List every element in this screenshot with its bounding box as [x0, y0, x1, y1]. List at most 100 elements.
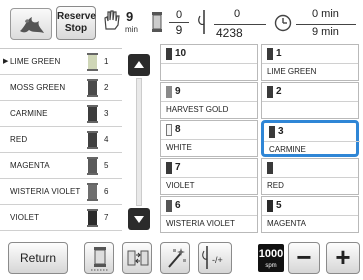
cell-divider	[161, 139, 257, 140]
color-name: MOSS GREEN	[10, 83, 66, 92]
cell-divider	[161, 63, 257, 64]
cell-divider	[262, 63, 358, 64]
speed-display: 1000 spm	[258, 244, 284, 272]
speed-value: 1000	[258, 248, 284, 260]
cell-divider	[262, 215, 358, 216]
cell-divider	[262, 177, 358, 178]
color-index: 1	[104, 57, 109, 66]
pattern-preview-button[interactable]	[10, 8, 52, 40]
needle-cell[interactable]: 9 HARVEST GOLD	[160, 82, 258, 119]
thread-spool-select-icon	[91, 247, 109, 271]
color-index: 4	[104, 135, 109, 144]
color-change-value: 9	[126, 9, 134, 24]
reserve-stop-button[interactable]: Reserve Stop	[56, 6, 96, 40]
speed-increase-button[interactable]: +	[326, 242, 360, 274]
magic-wand-button[interactable]	[160, 242, 190, 274]
list-item[interactable]: VIOLET 7	[0, 205, 122, 231]
needle-cell[interactable]: 1 LIME GREEN	[261, 44, 359, 81]
list-item[interactable]: MOSS GREEN 2	[0, 75, 122, 101]
needle-speed-adjust-button[interactable]: -/+	[198, 242, 232, 274]
thread-color-swatch-icon	[269, 126, 275, 138]
time-current: 0 min	[312, 8, 339, 20]
thread-count-status: 0 9	[147, 6, 197, 40]
needle-cell[interactable]: 10	[160, 44, 258, 81]
thread-spool-icon	[87, 131, 98, 149]
needle-number: 8	[175, 124, 181, 135]
needle-cell[interactable]: 5 MAGENTA	[261, 196, 359, 233]
color-index: 6	[104, 187, 109, 196]
color-index: 7	[104, 213, 109, 222]
needle-number: 7	[175, 162, 181, 173]
color-change-count: 9 min	[101, 6, 151, 40]
list-item[interactable]: CARMINE 3	[0, 101, 122, 127]
thread-spool-icon	[87, 209, 98, 227]
thread-spool-icon	[87, 53, 98, 71]
color-index: 3	[104, 109, 109, 118]
thread-spool-icon	[87, 105, 98, 123]
hand-icon	[104, 10, 120, 30]
needle-number: 3	[278, 126, 284, 137]
thread-total: 9	[175, 23, 183, 37]
speed-unit: spm	[265, 263, 277, 269]
color-name: RED	[10, 135, 28, 144]
thread-color-swatch-icon	[267, 200, 273, 212]
thread-color-swatch-icon	[267, 48, 273, 60]
scroll-down-button[interactable]	[128, 208, 150, 230]
thread-color-swatch-icon	[166, 124, 172, 136]
reserve-stop-label-1: Reserve	[57, 11, 96, 22]
list-item[interactable]: WISTERIA VIOLET 6	[0, 179, 122, 205]
needle-color-name: WHITE	[166, 143, 192, 152]
thread-color-swatch-icon	[267, 86, 273, 98]
needle-number: 1	[276, 48, 282, 59]
list-item[interactable]: MAGENTA 5	[0, 153, 122, 179]
needle-number: 6	[175, 200, 181, 211]
clock-icon	[274, 14, 292, 32]
color-name: VIOLET	[10, 213, 40, 222]
needle-cell-selected[interactable]: 3 CARMINE	[261, 120, 360, 157]
stitch-current: 0	[234, 8, 241, 20]
thread-spool-icon	[87, 183, 98, 201]
bottom-toolbar: Return -/+ 1000 spm − +	[0, 236, 363, 280]
needle-color-name: MAGENTA	[267, 219, 306, 228]
speed-decrease-button[interactable]: −	[288, 242, 320, 274]
color-name: WISTERIA VIOLET	[10, 187, 81, 196]
status-bar: Reserve Stop 9 min 0 9 0 4238 0 min 9 mi…	[0, 0, 363, 44]
color-change-unit: min	[125, 25, 138, 34]
needle-cell[interactable]: RED	[261, 158, 359, 195]
color-list-scrollbar[interactable]	[128, 54, 150, 230]
color-name: CARMINE	[10, 109, 48, 118]
embroidery-pattern-icon	[20, 17, 44, 33]
return-button[interactable]: Return	[8, 242, 68, 274]
sort-colors-button[interactable]	[122, 242, 152, 274]
needle-cell[interactable]: 2	[261, 82, 359, 119]
thread-color-swatch-icon	[166, 86, 172, 98]
needle-number: 10	[175, 48, 187, 59]
stitch-count-status: 0 4238	[192, 6, 272, 40]
color-name: LIME GREEN	[10, 57, 61, 66]
color-index: 5	[104, 161, 109, 170]
arrow-down-icon	[134, 216, 144, 223]
time-status: 0 min 9 min	[272, 6, 362, 40]
needle-color-name: WISTERIA VIOLET	[166, 219, 235, 228]
needle-cell[interactable]: 7 VIOLET	[160, 158, 258, 195]
thread-color-swatch-icon	[166, 48, 172, 60]
thread-spool-icon	[152, 12, 162, 32]
cell-divider	[262, 101, 358, 102]
needle-cell[interactable]: 8 WHITE	[160, 120, 258, 157]
needle-color-name: HARVEST GOLD	[166, 105, 229, 114]
arrow-up-icon	[134, 61, 144, 68]
list-item[interactable]: ▶ LIME GREEN 1	[0, 49, 122, 75]
current-color-arrow-icon: ▶	[3, 58, 9, 65]
scroll-track[interactable]	[136, 78, 142, 206]
needle-number: 2	[276, 86, 282, 97]
thread-select-button[interactable]	[84, 242, 114, 274]
time-total: 9 min	[312, 26, 339, 38]
scroll-up-button[interactable]	[128, 54, 150, 76]
needle-number: 5	[276, 200, 282, 211]
cell-divider	[264, 141, 360, 142]
needle-color-name: RED	[267, 181, 284, 190]
thread-spool-icon	[87, 79, 98, 97]
cell-divider	[161, 177, 257, 178]
needle-cell[interactable]: 6 WISTERIA VIOLET	[160, 196, 258, 233]
list-item[interactable]: RED 4	[0, 127, 122, 153]
